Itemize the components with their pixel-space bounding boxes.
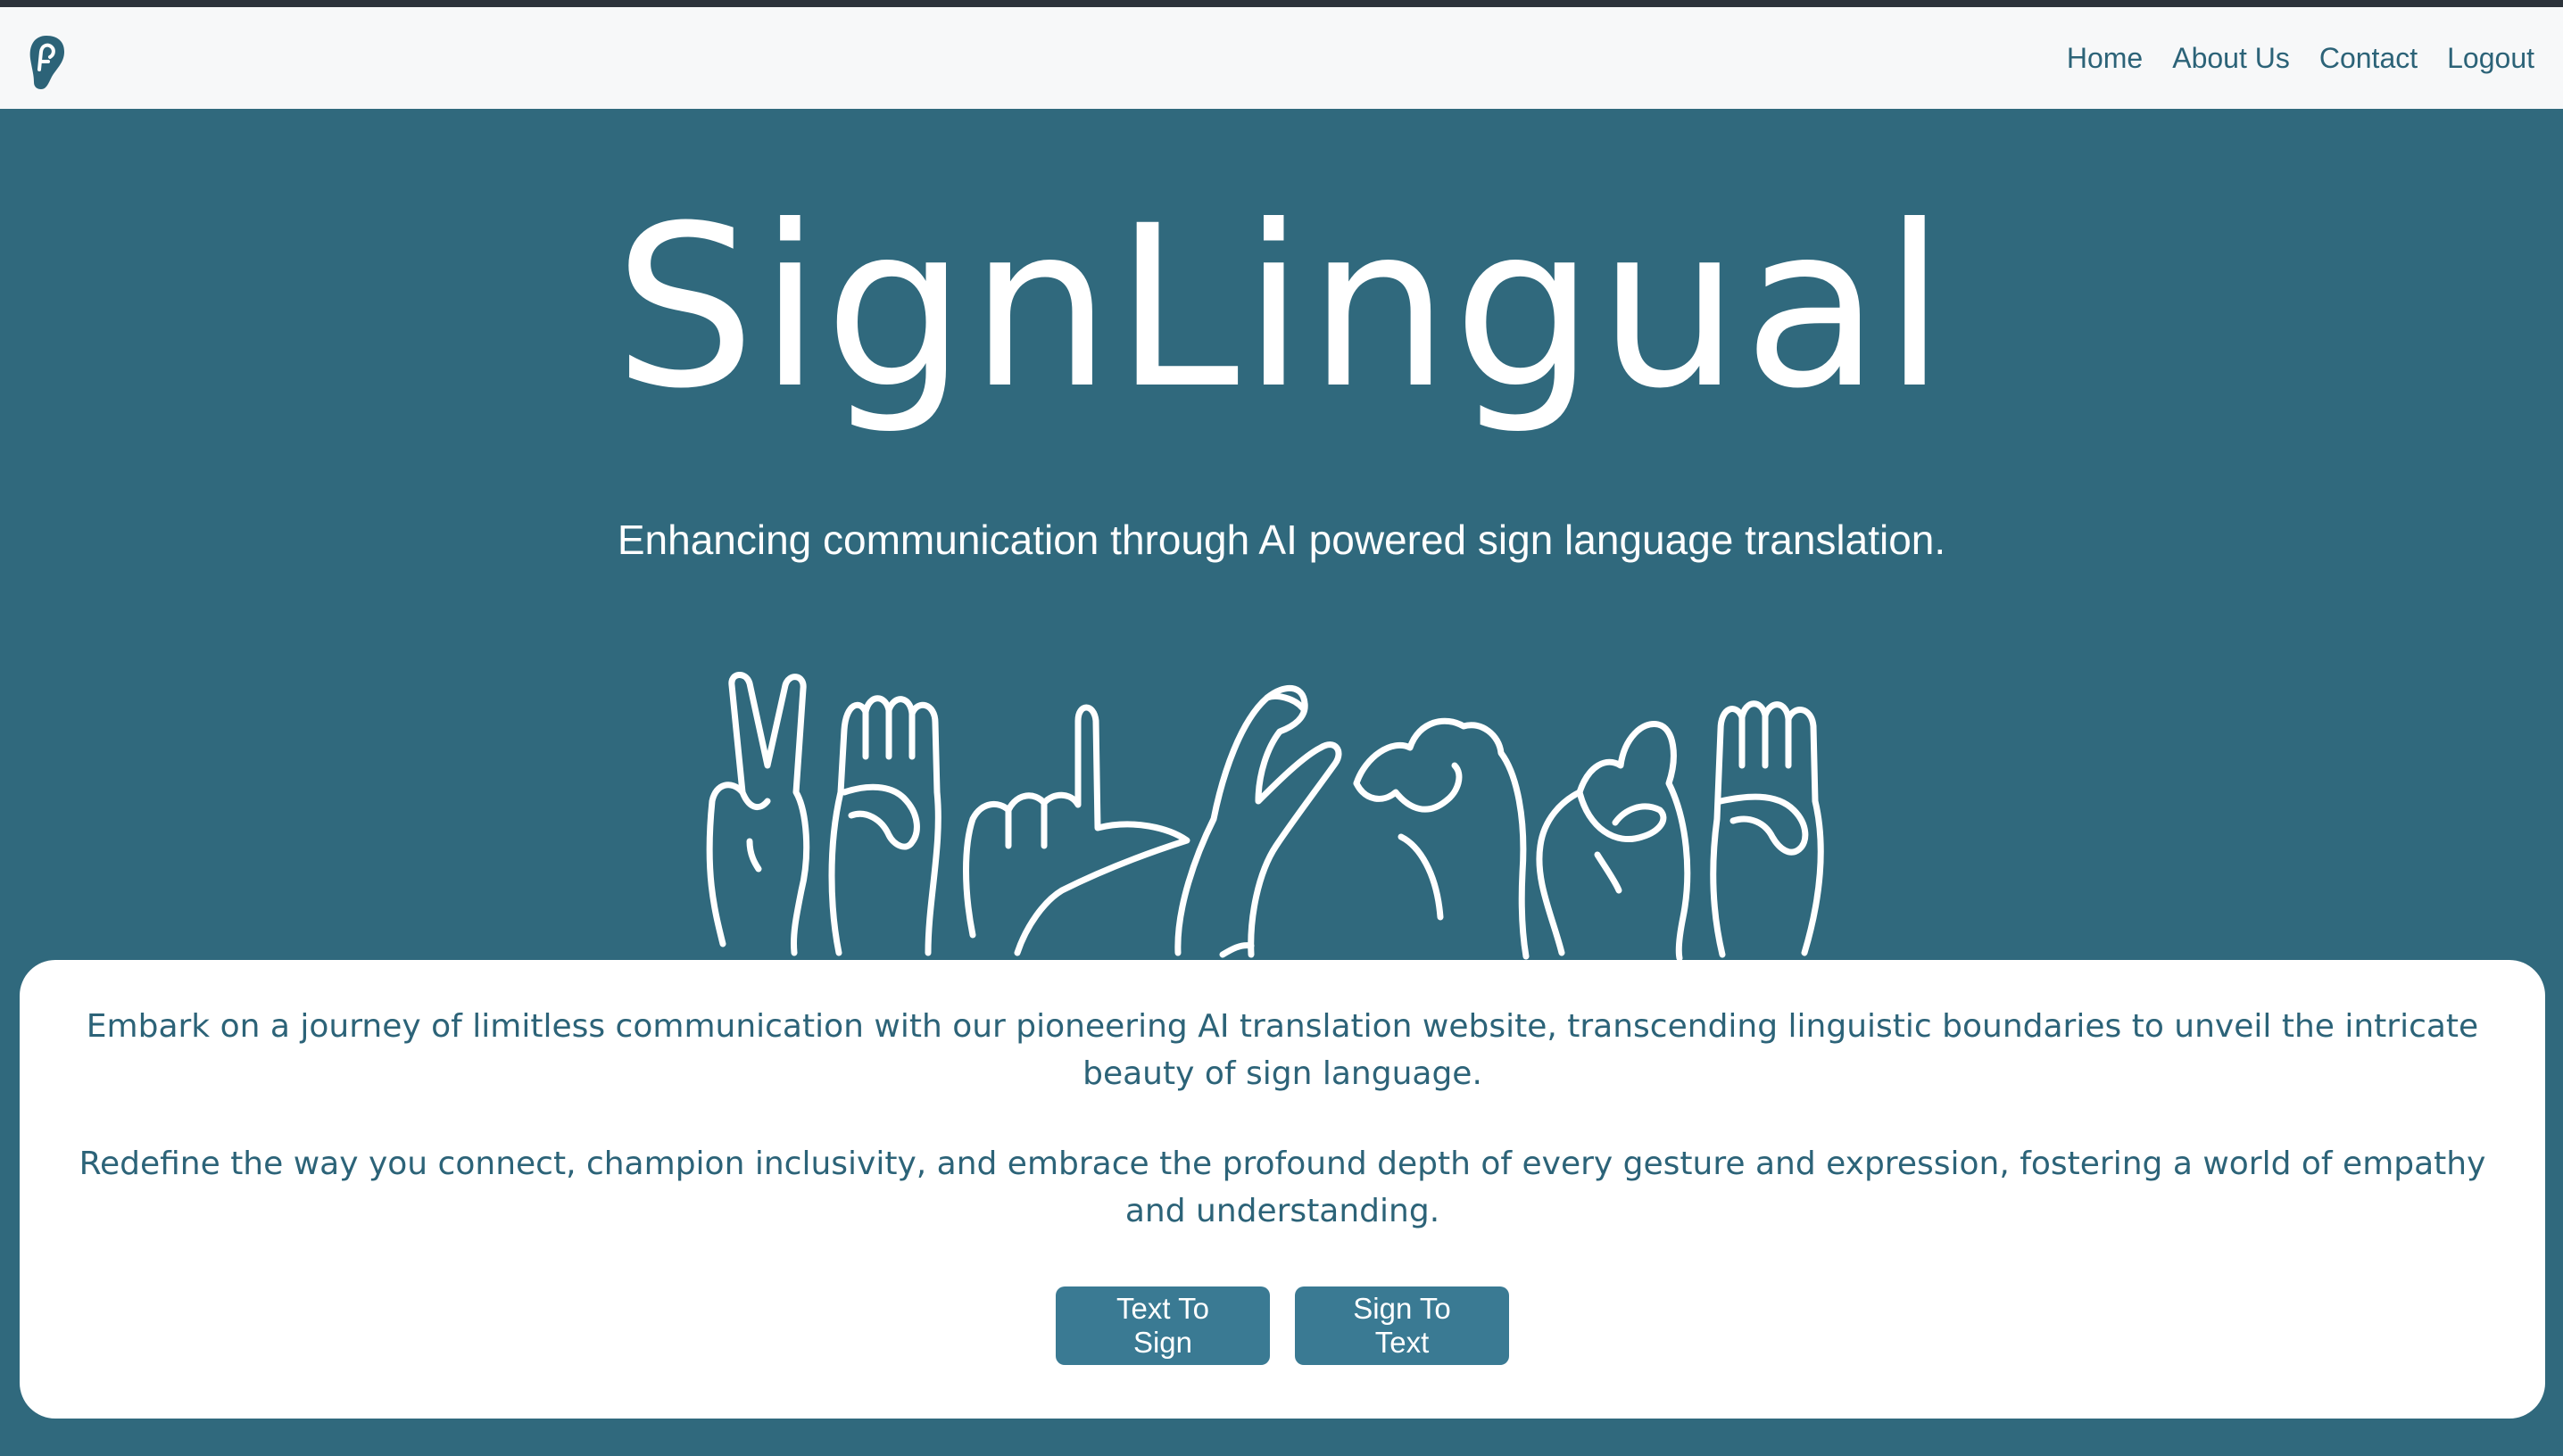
hand-v-icon — [706, 672, 810, 956]
ear-icon[interactable] — [27, 34, 66, 91]
nav-home-link[interactable]: Home — [2067, 42, 2143, 75]
intro-card: Embark on a journey of limitless communi… — [20, 960, 2545, 1419]
nav-contact-link[interactable]: Contact — [2319, 42, 2418, 75]
window-top-strip — [0, 0, 2563, 7]
sign-to-text-button[interactable]: Sign To Text — [1295, 1286, 1509, 1365]
hand-n-icon — [1353, 717, 1530, 960]
hand-l-icon — [1710, 700, 1824, 958]
hand-s-icon — [828, 695, 941, 956]
hero-title: SignLingual — [613, 178, 1950, 437]
sign-language-hands-illustration — [706, 672, 1824, 962]
intro-paragraph-2: Redefine the way you connect, champion i… — [79, 1146, 2486, 1229]
intro-paragraph-1: Embark on a journey of limitless communi… — [86, 1008, 2479, 1092]
hand-g-icon — [1174, 684, 1342, 958]
hero-tagline: Enhancing communication through AI power… — [617, 517, 1946, 563]
hand-a-icon — [1536, 721, 1691, 962]
action-buttons: Text To Sign Sign To Text — [20, 1286, 2545, 1365]
nav-about-link[interactable]: About Us — [2172, 42, 2290, 75]
hand-i-icon — [963, 704, 1190, 956]
nav-links: Home About Us Contact Logout — [2067, 7, 2534, 109]
nav-logout-link[interactable]: Logout — [2447, 42, 2534, 75]
text-to-sign-button[interactable]: Text To Sign — [1056, 1286, 1270, 1365]
